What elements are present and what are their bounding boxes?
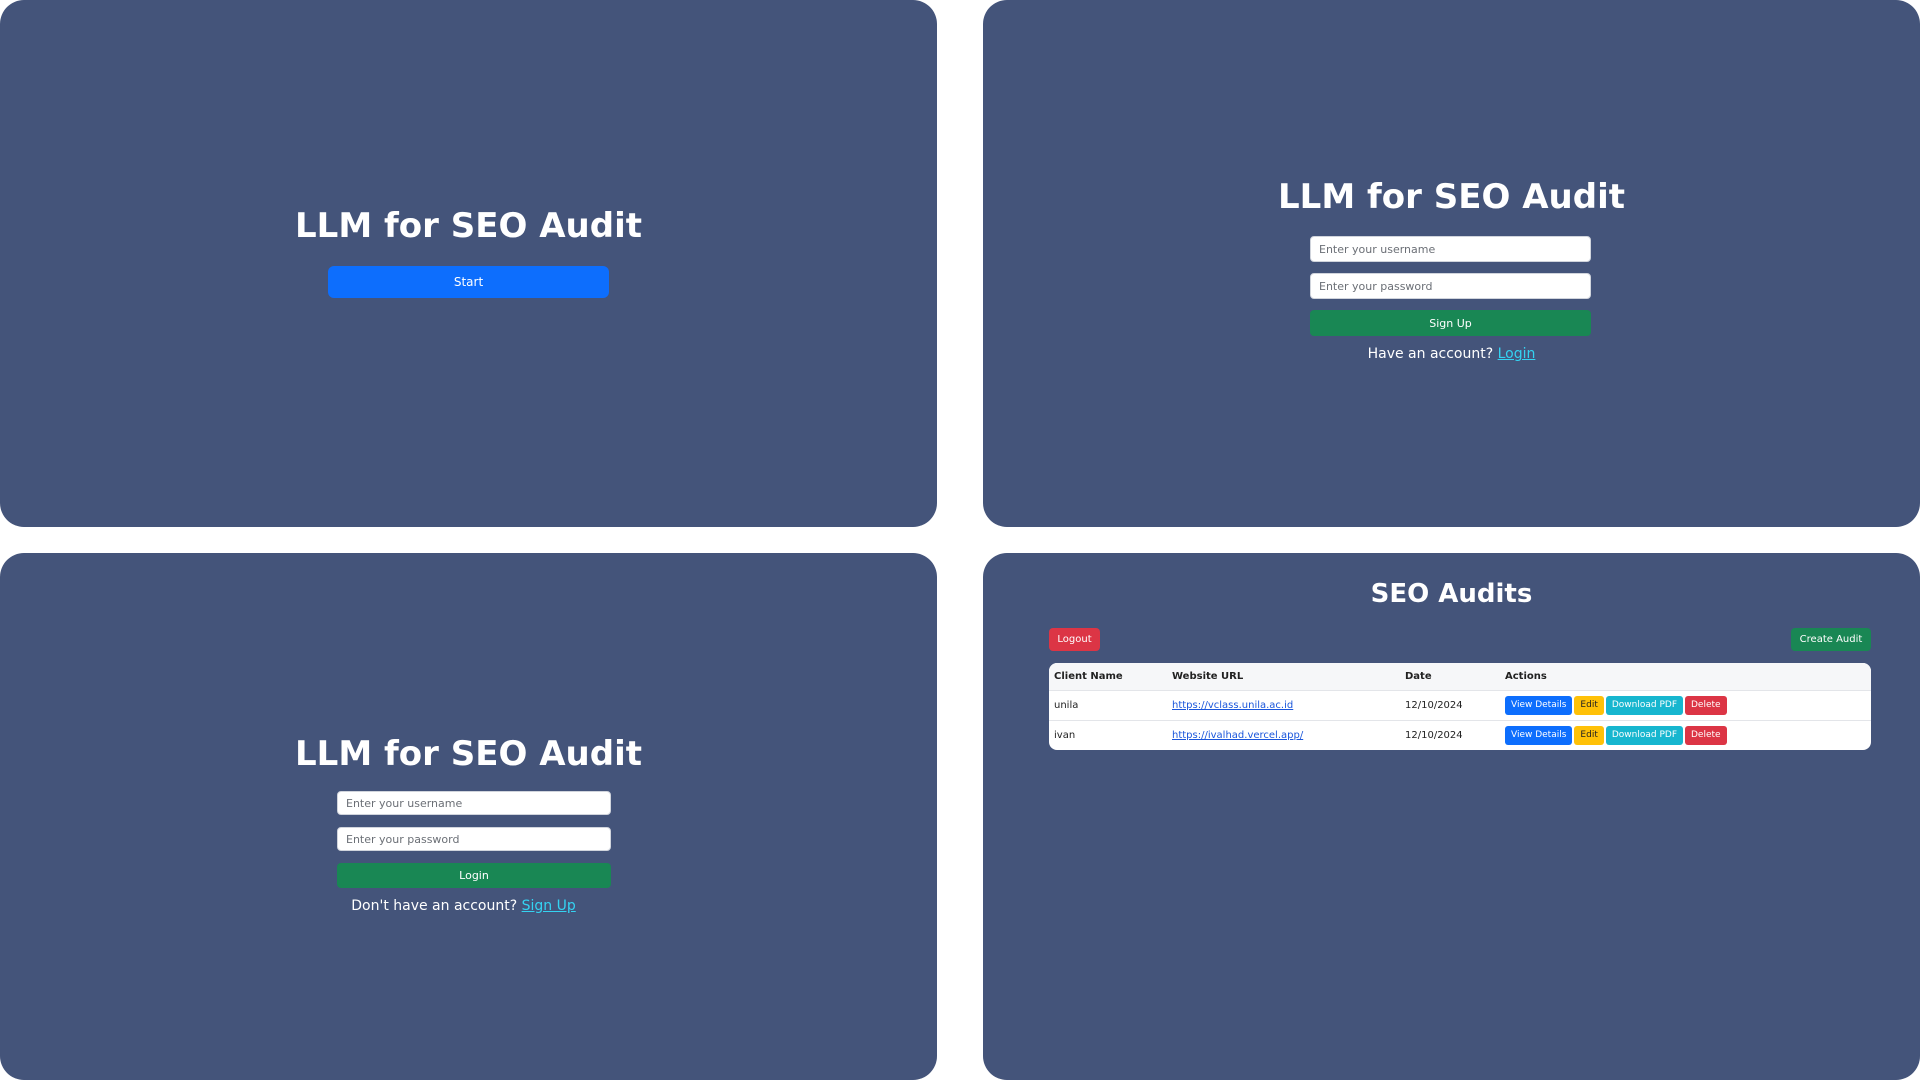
website-url-link[interactable]: https://ivalhad.vercel.app/: [1172, 730, 1303, 741]
date-cell: 12/10/2024: [1405, 730, 1463, 741]
column-header-client: Client Name: [1049, 663, 1167, 691]
edit-button[interactable]: Edit: [1574, 726, 1604, 745]
signup-screen-panel: LLM for SEO Audit Sign Up Have an accoun…: [983, 0, 1920, 527]
column-header-url: Website URL: [1167, 663, 1400, 691]
logout-button[interactable]: Logout: [1049, 628, 1100, 651]
table-header-row: Client Name Website URL Date Actions: [1049, 663, 1871, 691]
username-input[interactable]: [337, 791, 611, 815]
download-pdf-button[interactable]: Download PDF: [1605, 696, 1683, 715]
date-cell: 12/10/2024: [1400, 690, 1500, 721]
table-row: ivan https://ivalhad.vercel.app/ 12/10/2…: [1049, 721, 1871, 751]
actions-cell: View Details Edit Download PDF Delete: [1500, 690, 1871, 721]
signup-prompt: Don't have an account? Sign Up: [0, 898, 937, 914]
sign-up-button[interactable]: Sign Up: [1310, 310, 1591, 336]
login-prompt: Have an account? Login: [983, 346, 1920, 362]
website-url-link[interactable]: https://vclass.unila.ac.id: [1172, 700, 1293, 711]
actions-cell: View Details Edit Download PDF Delete: [1500, 721, 1871, 751]
page-title: LLM for SEO Audit: [295, 734, 642, 774]
login-link[interactable]: Login: [1498, 346, 1536, 362]
page-title: LLM for SEO Audit: [1278, 177, 1625, 217]
view-details-button[interactable]: View Details: [1505, 726, 1573, 745]
login-prompt-text: Have an account?: [1367, 346, 1494, 362]
sign-up-link[interactable]: Sign Up: [522, 898, 576, 914]
client-name-cell: ivan: [1054, 730, 1076, 741]
username-input[interactable]: [1310, 236, 1591, 262]
client-name-cell: unila: [1049, 690, 1167, 721]
audits-dashboard-panel: SEO Audits Logout Create Audit Client Na…: [983, 553, 1920, 1080]
table-row: unila https://vclass.unila.ac.id 12/10/2…: [1049, 690, 1871, 721]
create-audit-button[interactable]: Create Audit: [1791, 628, 1871, 651]
column-header-actions: Actions: [1500, 663, 1871, 691]
start-screen-panel: LLM for SEO Audit Start: [0, 0, 937, 527]
download-pdf-button[interactable]: Download PDF: [1605, 726, 1683, 745]
signup-prompt-text: Don't have an account?: [351, 898, 518, 914]
delete-button[interactable]: Delete: [1685, 726, 1727, 745]
start-button[interactable]: Start: [328, 266, 609, 298]
view-details-button[interactable]: View Details: [1505, 696, 1573, 715]
column-header-date: Date: [1400, 663, 1500, 691]
edit-button[interactable]: Edit: [1574, 696, 1604, 715]
page-title: LLM for SEO Audit: [295, 206, 642, 246]
login-screen-panel: LLM for SEO Audit Login Don't have an ac…: [0, 553, 937, 1080]
delete-button[interactable]: Delete: [1685, 696, 1727, 715]
login-button[interactable]: Login: [337, 863, 611, 888]
page-title: SEO Audits: [1370, 579, 1533, 609]
password-input[interactable]: [337, 827, 611, 851]
password-input[interactable]: [1310, 273, 1591, 299]
audits-table: Client Name Website URL Date Actions uni…: [1049, 663, 1871, 750]
